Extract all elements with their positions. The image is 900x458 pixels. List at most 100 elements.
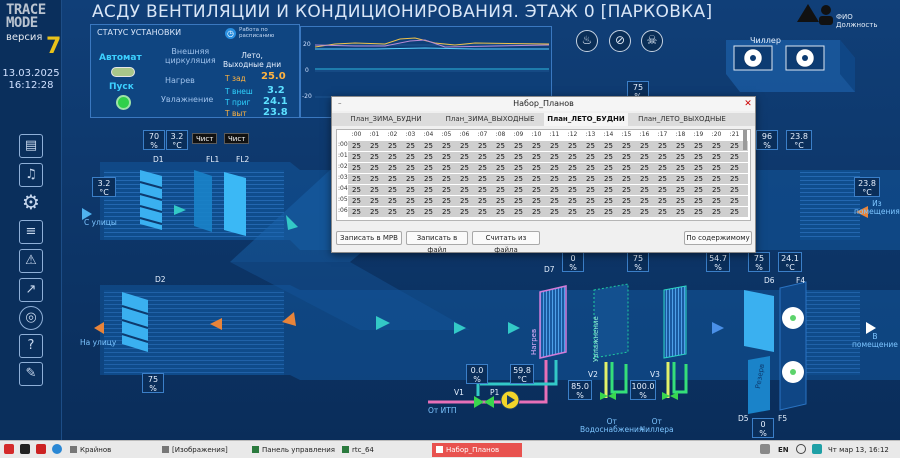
schedule-cell[interactable]: 25	[403, 196, 418, 206]
schedule-cell[interactable]: 25	[565, 163, 580, 173]
schedule-cell[interactable]: 25	[421, 141, 436, 151]
schedule-cell[interactable]: 25	[673, 141, 688, 151]
schedule-cell[interactable]: 25	[637, 185, 652, 195]
schedule-cell[interactable]: 25	[691, 207, 706, 217]
schedule-cell[interactable]: 25	[727, 152, 742, 162]
gear-icon[interactable]: ⚙	[19, 191, 43, 215]
schedule-cell[interactable]: 25	[619, 152, 634, 162]
fire-alarm-icon[interactable]: ♨	[576, 30, 598, 52]
schedule-cell[interactable]: 25	[367, 163, 382, 173]
schedule-cell[interactable]: 25	[655, 163, 670, 173]
schedule-cell[interactable]: 25	[421, 207, 436, 217]
schedule-cell[interactable]: 25	[691, 152, 706, 162]
schedule-cell[interactable]: 25	[709, 207, 724, 217]
schedule-cell[interactable]: 25	[583, 141, 598, 151]
schedule-cell[interactable]: 25	[439, 174, 454, 184]
schedule-cell[interactable]: 25	[511, 141, 526, 151]
schedule-cell[interactable]: 25	[439, 163, 454, 173]
schedule-cell[interactable]: 25	[367, 185, 382, 195]
schedule-cell[interactable]: 25	[457, 185, 472, 195]
schedule-cell[interactable]: 25	[619, 207, 634, 217]
schedule-cell[interactable]: 25	[547, 185, 562, 195]
schedule-cell[interactable]: 25	[367, 152, 382, 162]
schedule-cell[interactable]: 25	[655, 174, 670, 184]
schedule-cell[interactable]: 25	[565, 196, 580, 206]
schedule-cell[interactable]: 25	[601, 185, 616, 195]
schedule-cell[interactable]: 25	[511, 185, 526, 195]
schedule-cell[interactable]: 25	[565, 141, 580, 151]
close-icon[interactable]: ✕	[743, 99, 753, 109]
schedule-cell[interactable]: 25	[637, 141, 652, 151]
schedule-cell[interactable]: 25	[403, 185, 418, 195]
schedule-cell[interactable]: 25	[457, 141, 472, 151]
schedule-cell[interactable]: 25	[709, 196, 724, 206]
schedule-cell[interactable]: 25	[637, 196, 652, 206]
schedule-cell[interactable]: 25	[403, 174, 418, 184]
schedule-cell[interactable]: 25	[601, 152, 616, 162]
schedule-cell[interactable]: 25	[727, 174, 742, 184]
taskbar-item-plans[interactable]: Набор_Планов	[432, 443, 522, 457]
document-icon[interactable]: ≡	[19, 220, 43, 244]
by-content-button[interactable]: По содержимому	[684, 231, 752, 245]
schedule-cell[interactable]: 25	[565, 207, 580, 217]
schedule-cell[interactable]: 25	[439, 196, 454, 206]
schedule-cell[interactable]: 25	[439, 185, 454, 195]
reports-icon[interactable]: ▤	[19, 134, 43, 158]
schedule-cell[interactable]: 25	[673, 152, 688, 162]
terminal-icon[interactable]	[20, 444, 30, 454]
schedule-cell[interactable]: 25	[655, 196, 670, 206]
schedule-cell[interactable]: 25	[421, 152, 436, 162]
schedule-cell[interactable]: 25	[727, 163, 742, 173]
schedule-cell[interactable]: 25	[583, 152, 598, 162]
schedule-cell[interactable]: 25	[691, 141, 706, 151]
schedule-cell[interactable]: 25	[421, 174, 436, 184]
schedule-cell[interactable]: 25	[547, 196, 562, 206]
schedule-cell[interactable]: 25	[547, 163, 562, 173]
schedule-cell[interactable]: 25	[565, 185, 580, 195]
schedule-cell[interactable]: 25	[475, 196, 490, 206]
schedule-cell[interactable]: 25	[511, 196, 526, 206]
schedule-cell[interactable]: 25	[673, 207, 688, 217]
schedule-cell[interactable]: 25	[529, 152, 544, 162]
schedule-cell[interactable]: 25	[493, 141, 508, 151]
schedule-cell[interactable]: 25	[439, 207, 454, 217]
schedule-cell[interactable]: 25	[385, 163, 400, 173]
schedule-cell[interactable]: 25	[511, 207, 526, 217]
schedule-cell[interactable]: 25	[349, 141, 364, 151]
network-icon[interactable]: ◎	[19, 306, 43, 330]
save-file-button[interactable]: Записать в файл	[406, 231, 468, 254]
schedule-cell[interactable]: 25	[637, 207, 652, 217]
schedule-cell[interactable]: 25	[511, 174, 526, 184]
schedule-cell[interactable]: 25	[691, 174, 706, 184]
schedule-cell[interactable]: 25	[601, 141, 616, 151]
save-mrv-button[interactable]: Записать в МРВ	[336, 231, 402, 245]
read-file-button[interactable]: Считать из файла	[472, 231, 540, 254]
schedule-cell[interactable]: 25	[583, 174, 598, 184]
schedule-cell[interactable]: 25	[349, 163, 364, 173]
schedule-cell[interactable]: 25	[403, 152, 418, 162]
schedule-cell[interactable]: 25	[349, 185, 364, 195]
taskbar-item-control-panel[interactable]: Панель управления	[252, 443, 342, 457]
schedule-cell[interactable]: 25	[511, 152, 526, 162]
schedule-cell[interactable]: 25	[493, 207, 508, 217]
schedule-cell[interactable]: 25	[619, 185, 634, 195]
schedule-cell[interactable]: 25	[691, 185, 706, 195]
schedule-cell[interactable]: 25	[619, 174, 634, 184]
schedule-cell[interactable]: 25	[493, 185, 508, 195]
schedule-cell[interactable]: 25	[565, 152, 580, 162]
start-menu-icon[interactable]	[4, 444, 14, 454]
schedule-cell[interactable]: 25	[619, 141, 634, 151]
schedule-cell[interactable]: 25	[475, 185, 490, 195]
schedule-cell[interactable]: 25	[367, 196, 382, 206]
schedule-cell[interactable]: 25	[637, 152, 652, 162]
schedule-cell[interactable]: 25	[547, 207, 562, 217]
tab-summer-weekend[interactable]: План_ЛЕТО_ВЫХОДНЫЕ	[628, 113, 736, 126]
schedule-cell[interactable]: 25	[547, 174, 562, 184]
tray-lock-icon[interactable]	[760, 444, 770, 454]
schedule-cell[interactable]: 25	[457, 196, 472, 206]
schedule-cell[interactable]: 25	[385, 174, 400, 184]
schedule-cell[interactable]: 25	[403, 163, 418, 173]
schedule-cell[interactable]: 25	[403, 141, 418, 151]
schedule-cell[interactable]: 25	[655, 185, 670, 195]
schedule-cell[interactable]: 25	[421, 196, 436, 206]
